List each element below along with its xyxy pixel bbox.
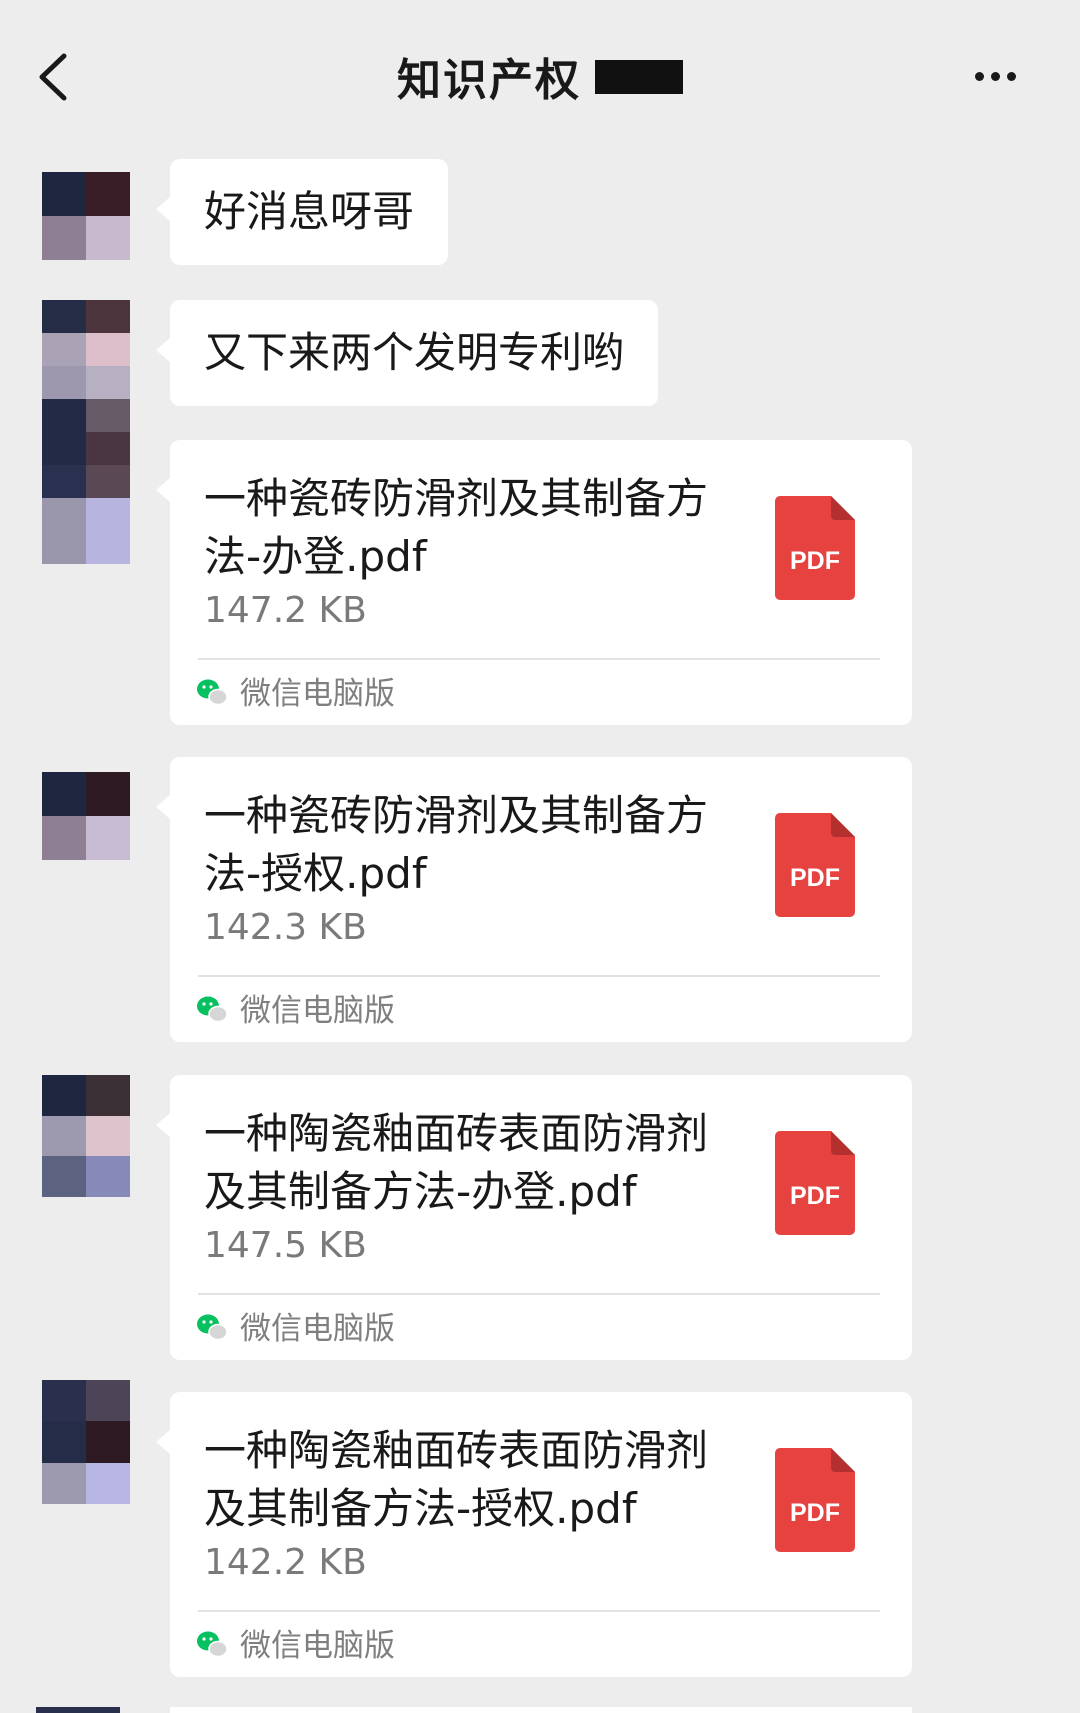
pdf-file-icon: PDF — [775, 496, 855, 600]
file-message[interactable]: 一种瓷砖防滑剂及其制备方法-授权.pdf 142.3 KB PDF 微信电脑版 — [156, 757, 912, 1042]
chat-title: 知识产权 — [0, 44, 1080, 108]
avatar[interactable] — [42, 300, 130, 564]
wechat-icon — [197, 1631, 228, 1658]
chat-title-text: 知识产权 — [397, 55, 581, 106]
pdf-file-icon: PDF — [775, 1448, 855, 1552]
pdf-file-icon: PDF — [775, 1131, 855, 1235]
more-dots-icon — [975, 66, 1023, 85]
file-message[interactable]: 一种瓷砖防滑剂及其制备方法-办登.pdf 147.2 KB PDF 微信电脑版 — [156, 440, 912, 725]
card-divider — [198, 975, 880, 977]
message-text: 好消息呀哥 — [204, 187, 415, 236]
card-divider — [198, 1293, 880, 1295]
avatar[interactable] — [42, 172, 130, 260]
more-button[interactable] — [975, 66, 1035, 88]
file-name: 一种陶瓷釉面砖表面防滑剂及其制备方法-授权.pdf — [204, 1426, 709, 1533]
wechat-icon — [197, 1314, 228, 1341]
source-label: 微信电脑版 — [240, 1628, 395, 1664]
redacted-name — [595, 60, 683, 94]
text-message[interactable]: 又下来两个发明专利哟 — [155, 300, 659, 406]
file-name: 一种瓷砖防滑剂及其制备方法-授权.pdf — [204, 791, 709, 898]
avatar[interactable] — [42, 1380, 130, 1504]
message-text: 又下来两个发明专利哟 — [204, 328, 625, 377]
card-divider — [198, 658, 880, 660]
pdf-icon-label: PDF — [790, 1182, 840, 1210]
source-label: 微信电脑版 — [240, 1311, 395, 1347]
file-size: 142.2 KB — [204, 1542, 367, 1583]
file-message[interactable]: 一种陶瓷釉面砖表面防滑剂及其制备方法-授权.pdf 142.2 KB PDF 微… — [156, 1392, 912, 1677]
text-message[interactable]: 好消息呀哥 — [155, 159, 449, 265]
chat-header: 知识产权 — [0, 0, 1080, 150]
wechat-icon — [197, 996, 228, 1023]
file-size: 147.5 KB — [204, 1225, 367, 1266]
file-name: 一种陶瓷釉面砖表面防滑剂及其制备方法-办登.pdf — [204, 1109, 709, 1216]
wechat-icon — [197, 679, 228, 706]
file-size: 147.2 KB — [204, 590, 367, 631]
file-message[interactable]: 一种陶瓷釉面砖表面防滑剂及其制备方法-办登.pdf 147.5 KB PDF 微… — [156, 1075, 912, 1360]
file-name: 一种瓷砖防滑剂及其制备方法-办登.pdf — [204, 474, 709, 581]
pdf-icon-label: PDF — [790, 1499, 840, 1527]
pdf-icon-label: PDF — [790, 864, 840, 892]
file-size: 142.3 KB — [204, 907, 367, 948]
next-avatar-edge — [36, 1707, 120, 1713]
source-label: 微信电脑版 — [240, 676, 395, 712]
source-label: 微信电脑版 — [240, 993, 395, 1029]
card-divider — [198, 1610, 880, 1612]
avatar[interactable] — [42, 1075, 130, 1197]
avatar[interactable] — [42, 772, 130, 860]
pdf-icon-label: PDF — [790, 547, 840, 575]
pdf-file-icon: PDF — [775, 813, 855, 917]
next-bubble-edge — [170, 1707, 912, 1713]
